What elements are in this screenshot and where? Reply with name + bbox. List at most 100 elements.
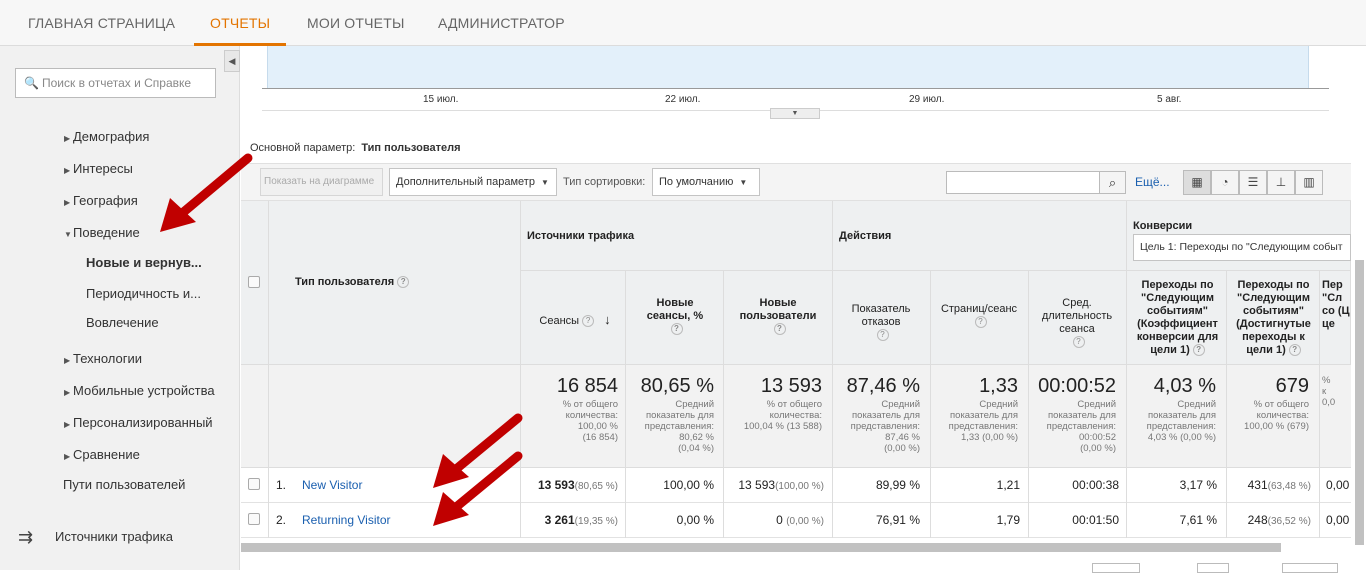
search-button[interactable]: ⌕ [1099, 171, 1126, 194]
cell-sessions: 13 593(80,65 %) [537, 478, 618, 492]
rows-per-page-select[interactable] [1092, 563, 1140, 573]
goto-page-input[interactable] [1197, 563, 1229, 573]
help-icon[interactable]: ? [1072, 336, 1085, 349]
sidebar-item-label: Мобильные устройства [73, 383, 215, 398]
tab-my-reports[interactable]: МОИ ОТЧЕТЫ [307, 0, 405, 46]
dimension-header[interactable]: Тип пользователя? [295, 276, 410, 289]
cell-goal-value: 0,00 [1326, 513, 1350, 527]
sidebar-item-behavior[interactable]: ▼Поведение [64, 225, 140, 240]
sidebar-item-users-flow[interactable]: Пути пользователей [63, 477, 185, 492]
sidebar-section-acquisition[interactable]: ⇉ Источники трафика [18, 527, 173, 548]
column-goal-value-header[interactable]: Пер "Сл со (Ц це [1322, 279, 1351, 359]
cell-new-users: 0 (0,00 %) [776, 513, 824, 527]
cell-duration: 00:00:38 [1072, 478, 1119, 492]
cell-duration: 00:01:50 [1072, 513, 1119, 527]
sidebar-item-label: География [73, 193, 138, 208]
column-duration-header[interactable]: Сред. длительность сеанса? [1032, 297, 1122, 349]
total-sub: Средний показатель для представления: 00:00… [1046, 399, 1116, 454]
row-dimension-link[interactable]: Returning Visitor [302, 513, 391, 527]
sidebar-item-interests[interactable]: ▶ Интересы [64, 161, 133, 176]
sort-type-dropdown[interactable]: По умолчанию ▼ [652, 168, 760, 196]
column-label: Сред. длительность сеанса [1041, 297, 1113, 335]
select-all-checkbox[interactable] [248, 276, 260, 288]
total-new-sessions: 80,65 % Средний показатель для представлени… [628, 374, 714, 454]
vertical-scrollbar[interactable] [1355, 260, 1364, 545]
total-value: 16 854 [556, 375, 618, 397]
sidebar-item-benchmarking[interactable]: ▶ Сравнение [64, 447, 140, 462]
secondary-dimension-label: Дополнительный параметр [396, 176, 535, 188]
column-goal-rate-header[interactable]: Переходы по "Следующим событиям" (Коэффи… [1131, 279, 1224, 357]
help-icon[interactable]: ? [773, 323, 786, 336]
secondary-dimension-dropdown[interactable]: Дополнительный параметр ▼ [389, 168, 557, 196]
advanced-filter-link[interactable]: Ещё... [1135, 175, 1170, 189]
sidebar-item-custom[interactable]: ▶ Персонализированный [64, 415, 213, 430]
column-new-sessions-header[interactable]: Новые сеансы, %? [630, 297, 720, 336]
help-icon[interactable]: ? [876, 329, 889, 342]
primary-dimension-value[interactable]: Тип пользователя [361, 142, 460, 154]
sidebar-item-demographics[interactable]: ▶ Демография [64, 129, 149, 144]
annotation-arrow-icon [433, 451, 523, 526]
sidebar-item-mobile[interactable]: ▶ Мобильные устройства [64, 383, 215, 398]
plot-rows-button[interactable]: Показать на диаграмме [260, 168, 383, 196]
total-goal-completions: 679% от общего количества: 100,00 % (679) [1229, 374, 1309, 432]
column-bounce-header[interactable]: Показатель отказов? [836, 303, 926, 342]
sidebar-item-frequency[interactable]: Периодичность и... [86, 286, 201, 301]
total-sessions: 16 854% от общего количества: 100,00 % (16 … [526, 374, 618, 443]
collapse-sidebar-button[interactable]: ◀ [224, 50, 240, 72]
column-label: Переходы по "Следующим событиям" (Достиг… [1236, 279, 1311, 356]
help-icon[interactable]: ? [582, 315, 595, 328]
row-dimension-link[interactable]: New Visitor [302, 478, 362, 492]
help-icon[interactable]: ? [670, 323, 683, 336]
help-icon[interactable]: ? [1192, 344, 1205, 357]
total-value: 1,33 [979, 375, 1018, 397]
cell-pages: 1,79 [996, 513, 1020, 527]
tab-home[interactable]: ГЛАВНАЯ СТРАНИЦА [28, 0, 175, 46]
pie-view-icon[interactable]: ◔ [1211, 170, 1239, 195]
goal-select-dropdown[interactable]: Цель 1: Переходы по "Следующим событ [1133, 234, 1351, 261]
comparison-view-icon[interactable]: ⊥ [1267, 170, 1295, 195]
row-checkbox[interactable] [248, 513, 260, 525]
graph-axis [262, 88, 1329, 89]
table-view-icon[interactable]: ▦ [1183, 170, 1211, 195]
column-pages-header[interactable]: Страниц/сеанс? [934, 303, 1024, 329]
expand-arrow-icon: ▶ [64, 388, 71, 397]
sidebar-item-engagement[interactable]: Вовлечение [86, 315, 159, 330]
expand-arrow-icon: ▶ [64, 420, 71, 429]
acquisition-icon: ⇉ [18, 527, 34, 547]
total-sub: Средний показатель для представления: 87,46… [850, 399, 920, 454]
chevron-down-icon: ▼ [739, 178, 748, 187]
cell-goal-value: 0,00 [1326, 478, 1350, 492]
column-label: Новые пользователи [739, 297, 817, 322]
row-checkbox[interactable] [248, 478, 260, 490]
sidebar-item-new-returning[interactable]: Новые и вернув... [86, 255, 202, 270]
column-sessions-header[interactable]: Сеансы? ↓ [527, 313, 623, 328]
total-value: 00:00:52 [1038, 375, 1116, 397]
expand-arrow-icon: ▶ [64, 198, 71, 207]
page-nav-buttons[interactable] [1282, 563, 1338, 573]
help-icon[interactable]: ? [397, 276, 410, 289]
column-label: Страниц/сеанс [940, 303, 1018, 315]
help-icon[interactable]: ? [974, 316, 987, 329]
help-icon[interactable]: ? [1288, 344, 1301, 357]
graph-date-label: 5 авг. [1157, 94, 1182, 105]
graph-date-label: 29 июл. [909, 94, 945, 105]
sidebar-item-geo[interactable]: ▶ География [64, 193, 138, 208]
tab-admin[interactable]: АДМИНИСТРАТОР [438, 0, 565, 46]
graph-date-label: 22 июл. [665, 94, 701, 105]
expand-arrow-icon: ▶ [64, 166, 71, 175]
collapse-arrow-icon: ▼ [64, 230, 72, 239]
graph-date-label: 15 июл. [423, 94, 459, 105]
column-new-users-header[interactable]: Новые пользователи? [728, 297, 828, 336]
performance-view-icon[interactable]: ☰ [1239, 170, 1267, 195]
pivot-view-icon[interactable]: ▥ [1295, 170, 1323, 195]
table-filter-input[interactable] [946, 171, 1100, 194]
graph-resize-handle[interactable]: ▼ [770, 108, 820, 119]
horizontal-scrollbar[interactable] [241, 543, 1281, 552]
search-icon: 🔍 [24, 76, 39, 90]
sidebar-search-input[interactable]: 🔍 Поиск в отчетах и Справке [15, 68, 216, 98]
tab-reports[interactable]: ОТЧЕТЫ [194, 0, 287, 46]
sidebar-item-technology[interactable]: ▶ Технологии [64, 351, 142, 366]
sidebar-item-label: Поведение [73, 225, 140, 240]
column-goal-completions-header[interactable]: Переходы по "Следующим событиям" (Достиг… [1230, 279, 1317, 357]
sidebar-item-label: Интересы [73, 161, 133, 176]
